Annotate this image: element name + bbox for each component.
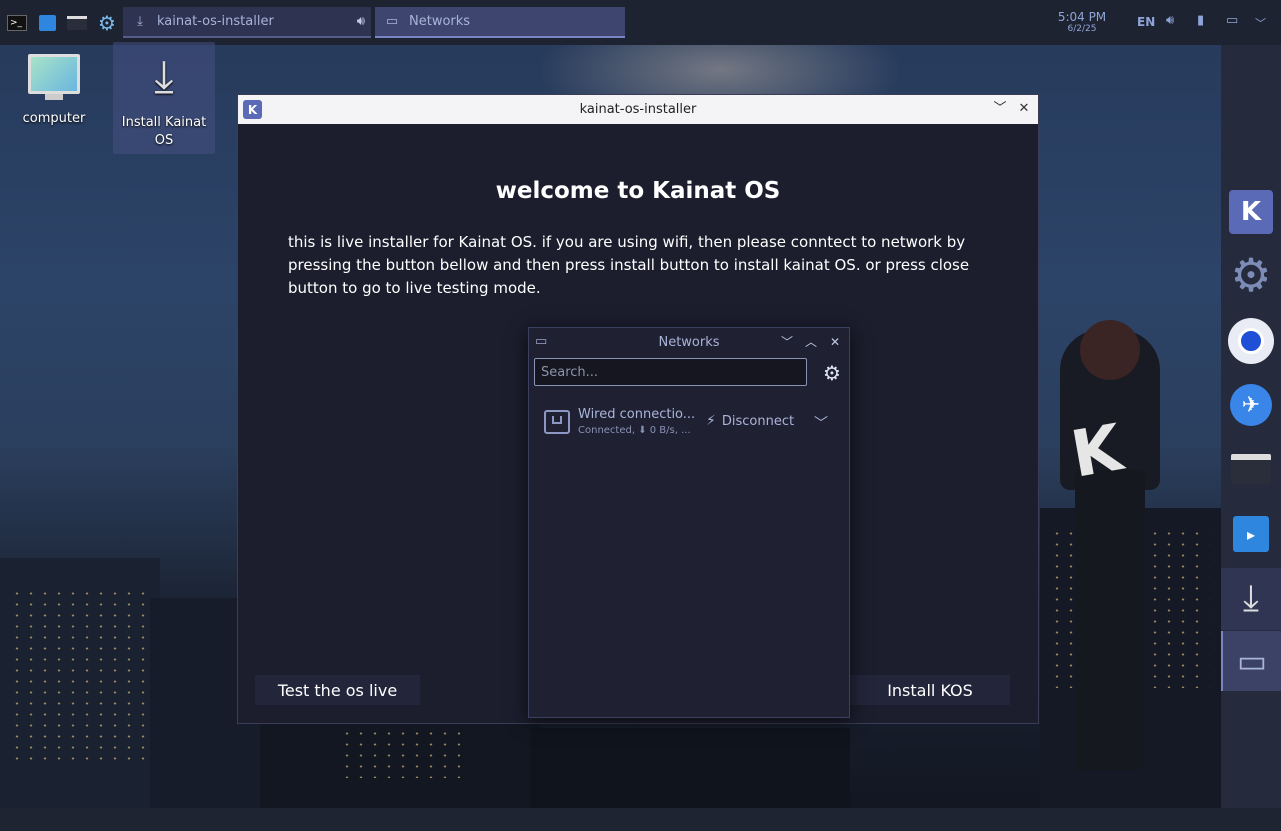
dock-installer[interactable]: ⤓ <box>1221 568 1281 630</box>
task-networks[interactable]: ▭ Networks <box>375 7 625 38</box>
dock-browser[interactable] <box>1227 317 1275 365</box>
volume-icon[interactable]: 🔊︎ <box>1166 13 1174 28</box>
terminal-launcher[interactable]: >_ <box>2 0 32 45</box>
desktop-icon-install-label-2: OS <box>154 133 174 148</box>
task-installer[interactable]: ⤓ kainat-os-installer 🔊︎ <box>123 7 371 38</box>
search-input[interactable] <box>534 358 807 386</box>
desktop-icon-computer-label: computer <box>22 111 86 126</box>
desktop-icon-install-label-1: Install Kainat <box>121 115 207 130</box>
dock-mail[interactable]: ✈ <box>1227 381 1275 429</box>
shopping-bag-icon <box>38 14 56 31</box>
chevron-down-icon[interactable]: ﹀ <box>1255 15 1266 31</box>
dock-networks[interactable]: ▭ <box>1221 631 1281 691</box>
connection-name: Wired connectio... <box>578 407 696 422</box>
display-icon[interactable]: ▭ <box>1226 13 1238 28</box>
character-legs <box>1075 470 1145 770</box>
keyboard-layout[interactable]: EN <box>1137 15 1155 29</box>
k-logo-icon: K <box>1229 190 1273 234</box>
terminal-icon: >_ <box>7 14 27 31</box>
files-launcher[interactable] <box>62 0 92 45</box>
networks-popup: ▭ Networks ﹀ ︿ ✕ ⚙ Wired connectio... Co… <box>528 327 850 718</box>
intro-text: this is live installer for Kainat OS. if… <box>288 233 970 297</box>
character-head <box>1080 320 1140 380</box>
task-installer-label: kainat-os-installer <box>157 14 274 29</box>
right-dock: K ⚙ ✈ ▸ ⤓ ▭ <box>1221 45 1281 808</box>
connection-status: Connected, ⬇ 0 B/s, ... <box>578 425 691 436</box>
monitor-stand <box>45 94 63 100</box>
welcome-heading: welcome to Kainat OS <box>495 178 781 204</box>
clock-time: 5:04 PM <box>1057 10 1107 24</box>
dock-files[interactable] <box>1227 445 1275 493</box>
download-icon: ⤓ <box>1243 578 1259 619</box>
top-panel: >_ ⚙ ⤓ kainat-os-installer 🔊︎ ▭ Networks… <box>0 0 1281 45</box>
unplug-icon: ⚡︎ <box>706 413 716 429</box>
folder-icon <box>1231 454 1271 484</box>
test-live-button[interactable]: Test the os live <box>255 675 420 705</box>
disconnect-button[interactable]: ⚡︎ Disconnect <box>706 413 794 429</box>
network-list-item[interactable]: Wired connectio... Connected, ⬇ 0 B/s, .… <box>529 403 849 443</box>
network-icon: ▭ <box>1236 642 1268 680</box>
networks-header[interactable]: ▭ Networks ﹀ ︿ ✕ <box>529 328 849 356</box>
dock-kainat[interactable]: K <box>1227 188 1275 236</box>
store-launcher[interactable] <box>32 0 62 45</box>
dock-settings[interactable]: ⚙ <box>1227 248 1275 302</box>
bottom-strip <box>0 808 1281 831</box>
install-kos-button[interactable]: Install KOS <box>850 675 1010 705</box>
gear-icon: ⚙ <box>1230 248 1272 302</box>
desktop-icon-computer[interactable]: computer <box>3 50 105 140</box>
battery-icon[interactable]: ▮ <box>1197 13 1204 28</box>
settings-launcher[interactable]: ⚙ <box>92 0 122 45</box>
desktop-icon-install[interactable]: ⤓ Install Kainat OS <box>113 42 215 154</box>
gear-icon: ⚙ <box>98 10 116 35</box>
shopping-bag-icon: ▸ <box>1233 516 1269 552</box>
bird-icon: ✈ <box>1230 384 1272 426</box>
chevron-down-icon[interactable]: ﹀ <box>779 334 795 350</box>
close-button[interactable]: ✕ <box>1015 100 1033 118</box>
clock[interactable]: 5:04 PM 6/2/25 <box>1052 10 1112 35</box>
close-icon[interactable]: ✕ <box>827 334 843 350</box>
task-networks-label: Networks <box>409 14 471 29</box>
ethernet-icon <box>544 410 570 434</box>
chevron-up-icon[interactable]: ︿ <box>803 334 819 350</box>
gear-icon[interactable]: ⚙ <box>823 361 841 385</box>
expand-chevron-icon[interactable]: ﹀ <box>814 413 828 433</box>
disconnect-label: Disconnect <box>721 413 795 429</box>
minimize-button[interactable]: ﹀ <box>991 100 1009 118</box>
dock-store[interactable]: ▸ <box>1227 510 1275 558</box>
folder-icon <box>67 15 87 30</box>
networks-title: Networks <box>658 335 720 350</box>
browser-icon <box>1228 318 1274 364</box>
speaker-icon: 🔊︎ <box>356 14 365 29</box>
network-icon: ▭ <box>385 14 399 29</box>
clock-date: 6/2/25 <box>1067 24 1097 34</box>
installer-titlebar[interactable]: K kainat-os-installer ﹀ ✕ <box>238 95 1038 124</box>
download-icon: ⤓ <box>154 51 174 102</box>
download-icon: ⤓ <box>137 14 143 29</box>
installer-window-title: kainat-os-installer <box>579 102 697 117</box>
monitor-icon <box>28 54 80 94</box>
